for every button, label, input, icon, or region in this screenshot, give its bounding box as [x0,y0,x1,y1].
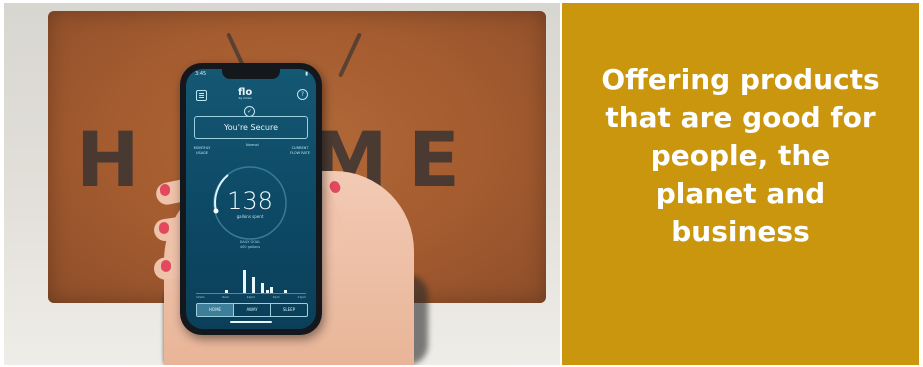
time-label: 11pm [297,295,306,299]
headline-line: planet and [655,177,826,210]
mode-away-button[interactable]: AWAY [233,304,270,316]
battery-icon: ▮ [305,71,308,77]
usage-bar [265,289,269,293]
doormat-letter-e: E [408,115,462,204]
usage-bar [261,283,265,293]
headline-line: business [671,215,810,248]
phone-screen: 3:45 ▮ flo by moen ? ✓ You're Secure MONT… [186,69,316,329]
time-label: 12am [196,295,205,299]
time-label: 6pm [272,295,280,299]
fingernail [160,184,170,196]
app-logo: flo by moen [238,87,252,100]
headline-panel: Offering products that are good for people… [562,3,919,365]
daily-goal: DAILY GOAL 400 gallons [208,240,292,250]
hero-photo: H M E 3:45 ▮ flo by moen ? ✓ You're Secur… [4,3,560,365]
time-label: 12pm [246,295,256,299]
menu-icon[interactable] [196,90,207,101]
time-axis: 12am 6am 12pm 6pm 11pm [196,295,306,299]
doormat-arrow-mark [338,32,362,78]
headline-line: Offering products [601,63,880,96]
help-icon[interactable]: ? [297,89,308,100]
mode-sleep-button[interactable]: SLEEP [270,304,307,316]
phone-notch [222,69,280,79]
usage-bar [252,276,255,293]
headline-line: people, the [650,139,831,172]
headline-line: that are good for [605,101,876,134]
status-time: 3:45 [195,71,207,77]
doormat-letter-h: H [76,115,142,204]
usage-bar [242,270,246,293]
smartphone: 3:45 ▮ flo by moen ? ✓ You're Secure MONT… [180,63,322,335]
daily-goal-value: 400 gallons [239,245,261,249]
mode-switcher: HOME AWAY SLEEP [196,303,308,317]
security-status[interactable]: You're Secure [194,116,308,139]
fingernail [159,222,169,234]
status-normal-label: Normal [246,143,259,147]
monthly-usage-label[interactable]: MONTHLY USAGE [190,146,214,156]
mode-home-button[interactable]: HOME [197,304,233,316]
flow-rate-label[interactable]: CURRENT FLOW RATE [288,146,312,156]
usage-bar [270,286,274,293]
logo-subtext: by moen [238,96,252,100]
fingernail [161,260,171,272]
usage-bar-chart [196,267,306,294]
app-header: flo by moen ? [192,87,310,102]
usage-bar [284,289,288,293]
headline: Offering products that are good for people… [562,61,919,251]
gallons-value: 138 [227,187,273,215]
home-indicator [230,321,272,323]
usage-bar [224,289,228,293]
time-label: 6am [222,295,229,299]
gallons-label: gallons spent [236,214,264,219]
